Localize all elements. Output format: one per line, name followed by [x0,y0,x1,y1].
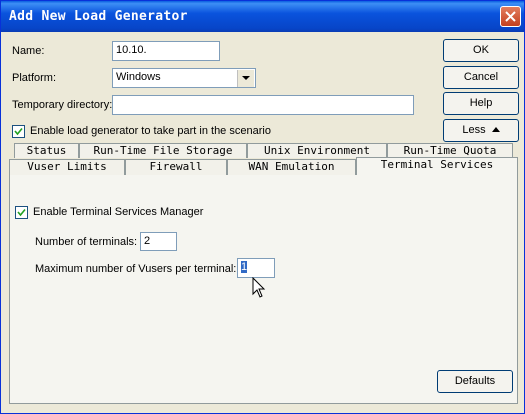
tab-vuser-limits[interactable]: Vuser Limits [9,159,125,176]
name-label: Name: [12,45,45,57]
less-button-label: Less [462,124,486,136]
tempdir-label: Temporary directory: [12,99,113,111]
mouse-cursor-icon [252,277,266,298]
dropdown-arrow-button[interactable] [237,70,254,87]
platform-label: Platform: [12,72,57,84]
platform-selected-value: Windows [116,71,161,83]
enable-terminal-services-label: Enable Terminal Services Manager [33,206,204,218]
defaults-button[interactable]: Defaults [437,370,513,393]
chevron-down-icon [242,76,250,80]
check-icon [17,208,26,217]
tab-terminal-services[interactable]: Terminal Services [356,157,518,176]
tempdir-input[interactable] [112,95,414,115]
enable-load-generator-checkbox[interactable] [12,125,25,138]
max-vusers-input[interactable]: 1 [237,258,275,278]
tab-wan-emulation[interactable]: WAN Emulation [227,159,356,176]
max-vusers-value: 1 [241,261,248,273]
platform-select[interactable]: Windows [112,68,256,88]
enable-load-generator-label: Enable load generator to take part in th… [30,125,271,137]
ok-button[interactable]: OK [443,39,519,62]
title-bar[interactable]: Add New Load Generator [1,1,524,32]
cancel-button[interactable]: Cancel [443,66,519,89]
check-icon [14,127,23,136]
help-button[interactable]: Help [443,92,519,115]
window-title: Add New Load Generator [9,9,188,24]
tab-run-time-file-storage[interactable]: Run-Time File Storage [79,143,247,158]
number-of-terminals-label: Number of terminals: [35,236,138,248]
close-button[interactable] [500,6,521,27]
enable-terminal-services-checkbox[interactable] [15,206,28,219]
close-icon [505,11,516,22]
name-input[interactable]: 10.10. [112,41,220,61]
tab-status[interactable]: Status [14,143,79,158]
dialog-window: Add New Load Generator Name: 10.10. Plat… [0,0,525,414]
tab-firewall[interactable]: Firewall [125,159,227,176]
less-button[interactable]: Less [443,119,519,142]
tab-unix-environment[interactable]: Unix Environment [247,143,387,158]
number-of-terminals-input[interactable]: 2 [140,232,177,251]
tab-run-time-quota[interactable]: Run-Time Quota [387,143,513,158]
max-vusers-label: Maximum number of Vusers per terminal: [35,263,237,275]
chevron-up-icon [491,127,500,132]
